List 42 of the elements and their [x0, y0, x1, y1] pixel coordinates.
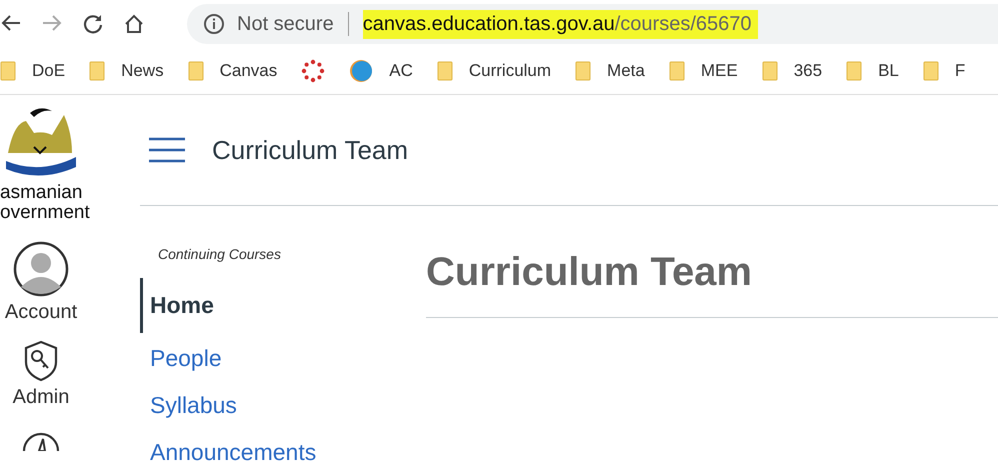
- course-nav-link[interactable]: Home: [140, 278, 214, 333]
- bookmark-folder[interactable]: 365: [762, 61, 822, 81]
- circle-logo-icon: [349, 59, 374, 83]
- home-button[interactable]: [123, 13, 145, 35]
- reload-button[interactable]: [82, 13, 104, 35]
- bookmark-folder[interactable]: News: [89, 61, 164, 81]
- folder-icon: [436, 61, 453, 81]
- info-icon[interactable]: [203, 13, 225, 35]
- shield-key-icon: [23, 340, 59, 382]
- course-nav-link[interactable]: People: [140, 337, 222, 380]
- folder-icon: [0, 61, 16, 81]
- url-text: canvas.education.tas.gov.au/courses/65670: [362, 10, 758, 38]
- course-nav-link[interactable]: Announcements: [140, 431, 316, 474]
- address-bar[interactable]: Not secure canvas.education.tas.gov.au/courses/65670: [187, 4, 998, 44]
- folder-icon: [188, 61, 204, 81]
- course-nav-link[interactable]: Syllabus: [140, 384, 237, 427]
- bookmark-folder[interactable]: BL: [846, 61, 899, 81]
- dotted-ring-icon: [301, 59, 326, 83]
- logo-text: asmanian: [0, 183, 82, 203]
- page-heading: Curriculum Team: [426, 250, 753, 295]
- security-label: Not secure: [237, 12, 334, 36]
- bookmark[interactable]: AC: [349, 59, 413, 83]
- folder-icon: [762, 61, 778, 81]
- subaccount-label: Continuing Courses: [158, 246, 281, 262]
- bookmark-folder[interactable]: Canvas: [188, 61, 278, 81]
- folder-icon: [846, 61, 862, 81]
- bookmark-folder[interactable]: DoE: [0, 61, 66, 81]
- bookmark-folder[interactable]: MEE: [668, 61, 738, 81]
- bookmark-folder[interactable]: F: [922, 61, 966, 81]
- course-title: Curriculum Team: [212, 134, 408, 166]
- global-nav-item[interactable]: Account: [0, 241, 82, 324]
- logo-text: overnment: [0, 203, 90, 223]
- bookmark-folder[interactable]: Meta: [575, 61, 645, 81]
- folder-icon: [575, 61, 592, 81]
- global-nav-item[interactable]: Admin: [0, 340, 82, 409]
- avatar-icon: [13, 241, 69, 297]
- folder-icon: [668, 61, 685, 81]
- folder-icon: [89, 61, 106, 81]
- bookmark-folder[interactable]: Curriculum: [436, 61, 552, 81]
- folder-icon: [922, 61, 939, 81]
- menu-icon[interactable]: [148, 136, 186, 164]
- bookmark[interactable]: [301, 59, 326, 83]
